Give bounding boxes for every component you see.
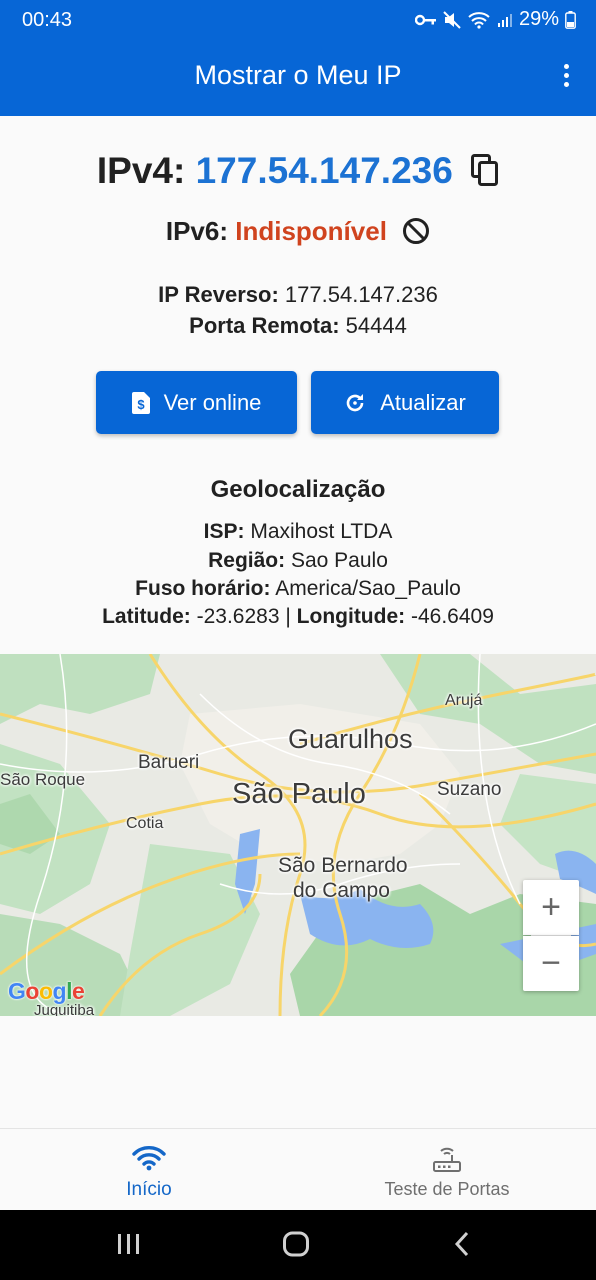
home-icon[interactable] [282,1230,310,1258]
copy-icon[interactable] [471,154,499,187]
empty-area [0,1016,596,1128]
map-label-barueri: Barueri [138,752,200,773]
main-content: IPv4: 177.54.147.236 IPv6: Indisponível … [0,116,596,654]
timezone-label: Fuso horário: [135,577,271,600]
refresh-button[interactable]: Atualizar [311,371,499,434]
battery-percent: 29% [518,8,559,30]
region-label: Região: [208,549,286,572]
app-bar: Mostrar o Meu IP [0,38,596,116]
zoom-in-button[interactable]: + [523,880,579,935]
longitude-label: Longitude: [296,605,406,628]
timezone-row: Fuso horário: America/Sao_Paulo [0,577,596,601]
ipv4-label: IPv4: [96,150,186,191]
nav-port-test-label: Teste de Portas [384,1179,510,1199]
nav-home[interactable]: Início [0,1129,298,1211]
reverse-ip-value: 177.54.147.236 [284,282,438,307]
map-label-sao-paulo: São Paulo [232,778,366,810]
region-row: Região: Sao Paulo [0,549,596,573]
latitude-value: -23.6283 [196,605,280,628]
isp-label: ISP: [203,520,245,543]
latitude-label: Latitude: [102,605,191,628]
isp-value: Maxihost LTDA [250,520,393,543]
nav-port-test[interactable]: Teste de Portas [298,1129,596,1211]
bottom-navigation: Início Teste de Portas [0,1128,596,1210]
isp-row: ISP: Maxihost LTDA [0,520,596,544]
map-label-do-campo: do Campo [293,879,390,902]
reverse-ip-label: IP Reverso: [158,282,279,307]
refresh-label: Atualizar [380,389,466,415]
nav-home-label: Início [126,1179,172,1200]
map-label-suzano: Suzano [437,779,502,800]
block-icon [403,218,430,245]
map-view[interactable]: Arujá Guarulhos Barueri São Roque São Pa… [0,654,596,1016]
status-time: 00:43 [22,9,73,31]
recent-apps-icon[interactable] [116,1230,142,1258]
system-navigation-bar [0,1210,596,1280]
status-icons: 29% [414,8,576,31]
remote-port-label: Porta Remota: [189,313,340,338]
ipv6-label: IPv6: [165,216,228,246]
status-bar: 00:43 29% [0,0,596,38]
map-label-guarulhos: Guarulhos [288,724,413,754]
key-icon [414,14,436,25]
overflow-menu-icon[interactable] [560,64,572,92]
battery-icon [565,10,576,29]
map-label-aruja: Arujá [445,692,483,709]
router-icon [433,1147,461,1172]
wifi-icon [132,1146,166,1171]
coord-separator: | [285,605,291,628]
remote-port-row: Porta Remota: 54444 [0,313,596,339]
svg-text:$: $ [137,397,145,412]
longitude-value: -46.6409 [410,605,494,628]
back-icon[interactable] [452,1230,472,1258]
google-logo: Google [8,978,85,1004]
ipv6-value: Indisponível [235,216,387,246]
refresh-icon [346,393,364,411]
coordinates-row: Latitude: -23.6283 | Longitude: -46.6409 [0,605,596,629]
geolocation-title: Geolocalização [210,476,386,503]
ipv4-row: IPv4: 177.54.147.236 [0,150,596,192]
zoom-out-button[interactable]: − [523,936,579,991]
view-online-label: Ver online [163,389,262,415]
mute-icon [443,10,461,29]
timezone-value: America/Sao_Paulo [275,577,461,600]
view-online-button[interactable]: $ Ver online [96,371,297,434]
wifi-status-icon [468,11,490,29]
remote-port-value: 54444 [345,313,407,338]
map-background [0,654,596,1016]
signal-icon [497,13,512,27]
dollar-file-icon: $ [131,391,150,414]
map-label-cotia: Cotia [126,815,164,832]
app-title: Mostrar o Meu IP [194,60,402,90]
ipv4-value[interactable]: 177.54.147.236 [196,150,453,191]
map-label-sao-bernardo: São Bernardo [278,854,408,877]
reverse-ip-row: IP Reverso: 177.54.147.236 [0,282,596,308]
map-label-sao-roque: São Roque [0,770,86,789]
region-value: Sao Paulo [290,549,388,572]
ipv6-row: IPv6: Indisponível [0,216,596,247]
